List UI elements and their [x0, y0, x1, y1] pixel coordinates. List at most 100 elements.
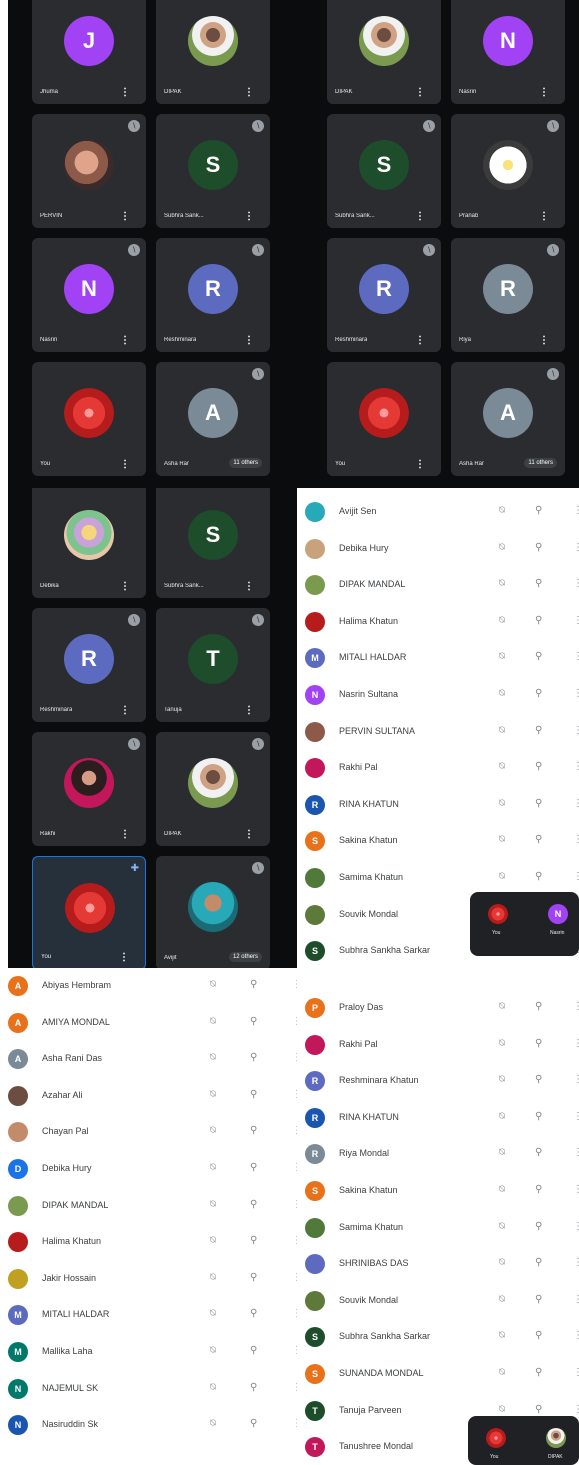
pin-icon[interactable]: ⚲: [535, 578, 542, 589]
mic-off-icon[interactable]: ⍉: [499, 1367, 505, 1378]
more-vert-icon[interactable]: ⋮: [539, 211, 549, 222]
mic-off-icon[interactable]: ⍉: [499, 1330, 505, 1341]
pin-icon[interactable]: ⚲: [535, 1404, 542, 1415]
participant-tile[interactable]: PERVIN ⋮ ∖: [32, 114, 146, 228]
more-vert-icon[interactable]: ⋮: [244, 87, 254, 98]
mic-off-icon[interactable]: ⍉: [499, 798, 505, 809]
mic-off-icon[interactable]: ⍉: [210, 1345, 216, 1356]
more-vert-icon[interactable]: ⋮: [120, 459, 130, 470]
participant-row[interactable]: R RINA KHATUN ⍉ ⚲ ⋮: [297, 787, 579, 823]
pin-icon[interactable]: ⚲: [250, 1235, 257, 1246]
participant-row[interactable]: PERVIN SULTANA ⍉ ⚲ ⋮: [297, 714, 579, 750]
participant-tile[interactable]: S Subhra Sank... ⋮ ∖: [327, 114, 441, 228]
participant-row[interactable]: Halima Khatun ⍉ ⚲ ⋮: [297, 604, 579, 640]
participant-tile[interactable]: T Tanuja ⋮ ∖: [156, 608, 270, 722]
participant-row[interactable]: M Mallika Laha ⍉ ⚲ ⋮: [0, 1334, 297, 1370]
more-vert-icon[interactable]: ⋮: [573, 871, 579, 882]
more-vert-icon[interactable]: ⋮: [244, 335, 254, 346]
pin-icon[interactable]: ⚲: [250, 1052, 257, 1063]
more-vert-icon[interactable]: ⋮: [573, 1257, 579, 1268]
participant-row[interactable]: M MITALI HALDAR ⍉ ⚲ ⋮: [0, 1297, 297, 1333]
participant-row[interactable]: Souvik Mondal ⍉ ⚲ ⋮: [297, 1283, 579, 1319]
more-vert-icon[interactable]: ⋮: [573, 834, 579, 845]
pin-icon[interactable]: ⚲: [250, 1418, 257, 1429]
more-vert-icon[interactable]: ⋮: [573, 1074, 579, 1085]
mic-off-icon[interactable]: ⍉: [499, 1294, 505, 1305]
participant-row[interactable]: DIPAK MANDAL ⍉ ⚲ ⋮: [0, 1188, 297, 1224]
more-vert-icon[interactable]: ⋮: [573, 1001, 579, 1012]
more-vert-icon[interactable]: ⋮: [573, 1147, 579, 1158]
mic-off-icon[interactable]: ⍉: [210, 979, 216, 990]
participant-tile[interactable]: DIPAK ⋮: [156, 0, 270, 104]
more-vert-icon[interactable]: ⋮: [573, 1367, 579, 1378]
participant-row[interactable]: Avijit Sen ⍉ ⚲ ⋮: [297, 494, 579, 530]
mic-off-icon[interactable]: ⍉: [210, 1016, 216, 1027]
pin-icon[interactable]: ⚲: [250, 979, 257, 990]
more-vert-icon[interactable]: ⋮: [573, 578, 579, 589]
participant-row[interactable]: M MITALI HALDAR ⍉ ⚲ ⋮: [297, 640, 579, 676]
pin-icon[interactable]: ⚲: [250, 1089, 257, 1100]
mic-off-icon[interactable]: ⍉: [499, 834, 505, 845]
more-vert-icon[interactable]: ⋮: [415, 459, 425, 470]
more-vert-icon[interactable]: ⋮: [573, 542, 579, 553]
participant-tile[interactable]: S Subhra Sank... ⋮ ∖: [156, 114, 270, 228]
pin-icon[interactable]: ⚲: [250, 1345, 257, 1356]
participant-tile[interactable]: S Subhra Sank... ⋮: [156, 488, 270, 598]
participant-tile[interactable]: N Nasrin ⋮: [451, 0, 565, 104]
participant-tile[interactable]: You ⋮ ✚: [32, 856, 146, 970]
participant-row[interactable]: P Praloy Das ⍉ ⚲ ⋮: [297, 990, 579, 1026]
mic-off-icon[interactable]: ⍉: [210, 1272, 216, 1283]
mic-off-icon[interactable]: ⍉: [499, 871, 505, 882]
participant-tile[interactable]: R Reshminara ⋮ ∖: [156, 238, 270, 352]
participant-row[interactable]: Chayan Pal ⍉ ⚲ ⋮: [0, 1114, 297, 1150]
more-vert-icon[interactable]: ⋮: [573, 1294, 579, 1305]
mic-off-icon[interactable]: ⍉: [499, 1001, 505, 1012]
mic-off-icon[interactable]: ⍉: [499, 1221, 505, 1232]
more-vert-icon[interactable]: ⋮: [573, 1221, 579, 1232]
participant-row[interactable]: SHRINIBAS DAS ⍉ ⚲ ⋮: [297, 1246, 579, 1282]
pin-icon[interactable]: ⚲: [250, 1308, 257, 1319]
mic-off-icon[interactable]: ⍉: [499, 761, 505, 772]
pin-icon[interactable]: ⚲: [250, 1199, 257, 1210]
mic-off-icon[interactable]: ⍉: [499, 1111, 505, 1122]
participant-tile[interactable]: Avijit 12 others ∖: [156, 856, 270, 970]
participant-row[interactable]: A Abiyas Hembram ⍉ ⚲ ⋮: [0, 968, 297, 1004]
participant-row[interactable]: Halima Khatun ⍉ ⚲ ⋮: [0, 1224, 297, 1260]
participant-row[interactable]: Samima Khatun ⍉ ⚲ ⋮: [297, 1210, 579, 1246]
participant-row[interactable]: Rakhi Pal ⍉ ⚲ ⋮: [297, 750, 579, 786]
pin-icon[interactable]: ⚲: [535, 1257, 542, 1268]
more-vert-icon[interactable]: ⋮: [573, 725, 579, 736]
more-vert-icon[interactable]: ⋮: [573, 505, 579, 516]
more-vert-icon[interactable]: ⋮: [415, 335, 425, 346]
participant-row[interactable]: R Reshminara Khatun ⍉ ⚲ ⋮: [297, 1063, 579, 1099]
more-vert-icon[interactable]: ⋮: [244, 211, 254, 222]
participant-row[interactable]: Samima Khatun ⍉ ⚲ ⋮: [297, 860, 579, 896]
mic-off-icon[interactable]: ⍉: [210, 1125, 216, 1136]
more-vert-icon[interactable]: ⋮: [573, 1330, 579, 1341]
mic-off-icon[interactable]: ⍉: [210, 1089, 216, 1100]
participant-row[interactable]: S Sakina Khatun ⍉ ⚲ ⋮: [297, 823, 579, 859]
participant-row[interactable]: N Nasiruddin Sk ⍉ ⚲ ⋮: [0, 1407, 297, 1443]
pin-icon[interactable]: ⚲: [535, 871, 542, 882]
more-vert-icon[interactable]: ⋮: [119, 952, 129, 963]
participant-row[interactable]: A AMIYA MONDAL ⍉ ⚲ ⋮: [0, 1005, 297, 1041]
mic-off-icon[interactable]: ⍉: [499, 1038, 505, 1049]
participant-tile[interactable]: You ⋮: [32, 362, 146, 476]
participant-row[interactable]: R RINA KHATUN ⍉ ⚲ ⋮: [297, 1100, 579, 1136]
pin-icon[interactable]: ⚲: [535, 725, 542, 736]
pin-icon[interactable]: ⚲: [535, 834, 542, 845]
mic-off-icon[interactable]: ⍉: [499, 1257, 505, 1268]
mic-off-icon[interactable]: ⍉: [210, 1418, 216, 1429]
others-count-badge[interactable]: 11 others: [229, 458, 262, 468]
more-vert-icon[interactable]: ⋮: [415, 211, 425, 222]
participant-tile[interactable]: R Riya ⋮ ∖: [451, 238, 565, 352]
more-vert-icon[interactable]: ⋮: [573, 651, 579, 662]
more-vert-icon[interactable]: ⋮: [244, 705, 254, 716]
participant-row[interactable]: D Debika Hury ⍉ ⚲ ⋮: [0, 1151, 297, 1187]
pin-icon[interactable]: ⚲: [535, 798, 542, 809]
more-vert-icon[interactable]: ⋮: [120, 87, 130, 98]
pin-icon[interactable]: ⚲: [535, 1221, 542, 1232]
more-vert-icon[interactable]: ⋮: [244, 581, 254, 592]
pin-icon[interactable]: ⚲: [535, 1111, 542, 1122]
pin-icon[interactable]: ⚲: [535, 505, 542, 516]
